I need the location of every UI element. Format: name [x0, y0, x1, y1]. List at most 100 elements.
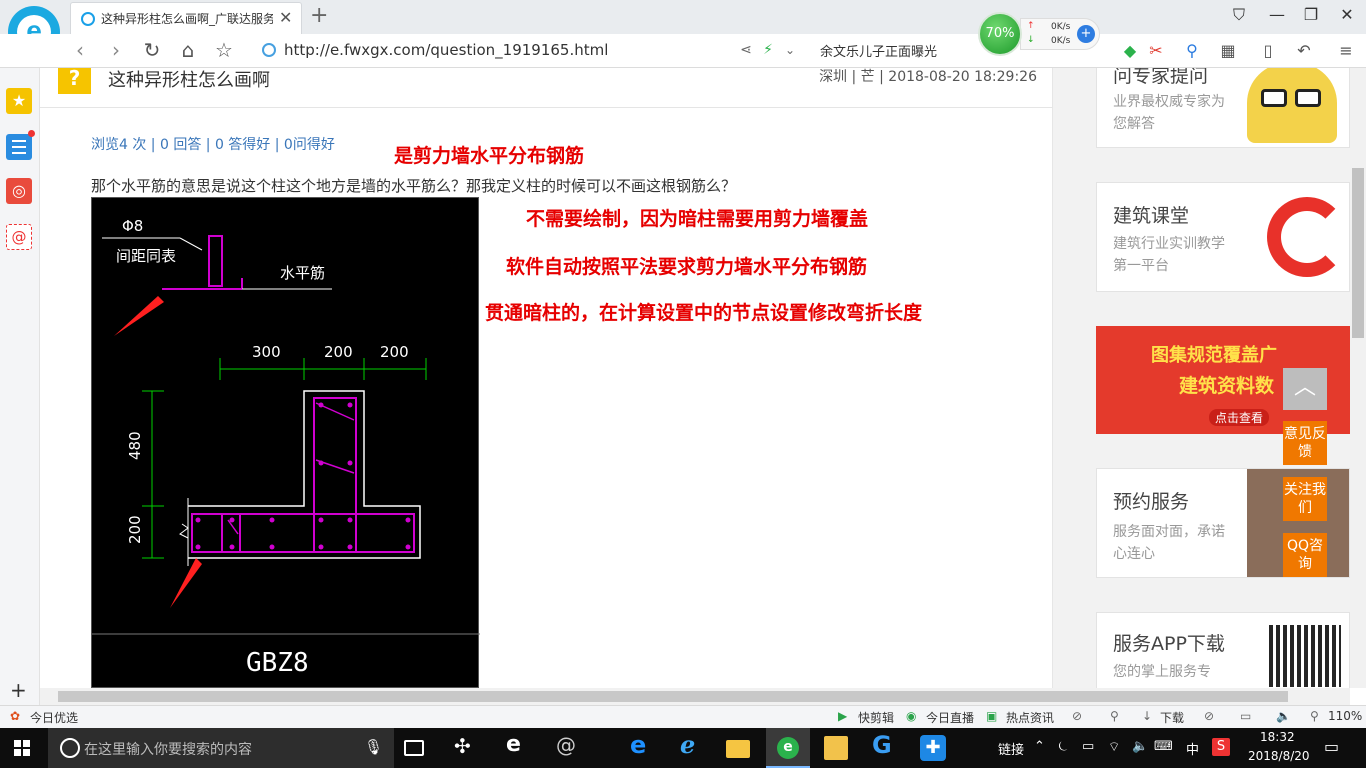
course-card[interactable]: 建筑课堂 建筑行业实训教学第一平台 [1096, 182, 1350, 292]
close-window-icon[interactable]: ✕ [1332, 5, 1362, 24]
clock-date[interactable]: 2018/8/20 [1248, 749, 1310, 763]
status-item-clip[interactable]: 快剪辑 [858, 709, 894, 726]
restore-icon[interactable]: ❐ [1296, 5, 1326, 24]
expert-card[interactable]: 问专家提问 业界最权威专家为您解答 [1096, 68, 1350, 148]
web-page: ? 这种异形柱怎么画啊 深圳 | 芒 | 2018-08-20 18:29:26… [40, 68, 1350, 688]
tray-sogou-icon[interactable]: S [1212, 738, 1230, 756]
volume-icon[interactable]: 🔈 [1276, 709, 1291, 723]
status-item-live[interactable]: 今日直播 [926, 709, 974, 726]
minimize-icon[interactable]: — [1262, 5, 1292, 24]
qq-button[interactable]: QQ咨询 [1283, 533, 1327, 577]
address-bar[interactable]: http://e.fwxgx.com/question_1919165.html [262, 39, 732, 63]
extension-icon[interactable]: ◆ [1118, 41, 1142, 60]
search-icon[interactable]: ⚲ [1180, 41, 1204, 60]
rebar-dots [195, 402, 411, 550]
download-link[interactable]: 下载 [1160, 709, 1184, 726]
hot-search-word[interactable]: 余文乐儿子正面曝光 [820, 41, 937, 60]
plus-app-icon[interactable]: ✚ [920, 735, 946, 761]
daily-pick-link[interactable]: 今日优选 [30, 709, 78, 726]
horizontal-scrollbar[interactable] [40, 688, 1350, 705]
dim-top-1: 300 [252, 343, 281, 361]
question-text: 那个水平筋的意思是说这个柱这个地方是墙的水平筋么？那我定义柱的时候可以不画这根钢… [91, 177, 737, 195]
app-card[interactable]: 服务APP下载 您的掌上服务专 [1096, 612, 1350, 688]
cut-icon[interactable]: ✂ [1144, 41, 1168, 60]
taskbar: 在这里输入你要搜索的内容 🎙 ✣ e @ e ℯ e G ✚ 链接 ⌃ ⏾ ▭ … [0, 728, 1366, 768]
back-to-top-icon[interactable]: ︿ [1283, 368, 1327, 410]
window-icon[interactable]: ▭ [1240, 709, 1251, 723]
clear-icon[interactable]: ⊘ [1204, 709, 1214, 723]
favorites-icon[interactable]: ★ [6, 88, 32, 114]
memory-percent-ball[interactable]: 70% [978, 12, 1022, 56]
fan-app-icon[interactable]: ✣ [454, 734, 480, 758]
tray-link-text[interactable]: 链接 [998, 739, 1024, 758]
back-icon[interactable]: ‹ [68, 38, 92, 62]
swirl-app-icon[interactable]: @ [556, 733, 582, 757]
active-tab[interactable]: 这种异形柱怎么画啊_广联达服务新 ✕ [70, 2, 302, 34]
tab-title: 这种异形柱怎么画啊_广联达服务新 [101, 12, 273, 26]
task-view-icon[interactable] [404, 740, 424, 756]
speed-panel: 0K/s 0K/s ↑ ↓ + [1020, 18, 1100, 50]
speed-icon[interactable]: ⊘ [1072, 709, 1082, 723]
follow-button[interactable]: 关注我们 [1283, 477, 1327, 521]
atlas-banner-title: 图集规范覆盖广 [1151, 345, 1277, 366]
service-card-title: 预约服务 [1113, 491, 1190, 513]
menu-icon[interactable]: ≡ [1334, 41, 1358, 60]
speed-add-icon[interactable]: + [1077, 25, 1095, 43]
zoom-level[interactable]: 110% [1328, 709, 1362, 723]
tray-ime[interactable]: 中 [1186, 739, 1199, 758]
internet-explorer-icon[interactable]: ℯ [680, 731, 706, 759]
tab-close-icon[interactable]: ✕ [279, 8, 292, 27]
column-name: GBZ8 [246, 648, 309, 678]
undo-icon[interactable]: ↶ [1292, 41, 1316, 60]
status-item-news[interactable]: 热点资讯 [1006, 709, 1054, 726]
address-text: http://e.fwxgx.com/question_1919165.html [284, 41, 609, 59]
upload-speed: 0K/s [1051, 22, 1071, 32]
sidebar-add-icon[interactable]: + [10, 678, 27, 702]
question-stats[interactable]: 浏览4 次 | 0 回答 | 0 答得好 | 0问得好 [91, 134, 335, 154]
action-center-icon[interactable]: ▭ [1324, 737, 1339, 756]
browser-sidebar: ★ ◎ @ + [0, 68, 40, 706]
tray-battery-icon[interactable]: ▭ [1082, 739, 1094, 754]
reader-icon[interactable]: ▯ [1256, 41, 1280, 60]
mail-icon[interactable]: @ [6, 224, 32, 250]
active-browser-taskbar-item[interactable]: e [766, 728, 810, 768]
refresh-icon[interactable]: ↻ [140, 38, 164, 62]
weibo-icon[interactable]: ◎ [6, 178, 32, 204]
chevron-down-icon[interactable]: ⌄ [778, 43, 802, 57]
share-icon[interactable]: ⋖ [734, 42, 758, 58]
apps-icon[interactable]: ▦ [1216, 41, 1240, 60]
notes-app-icon[interactable] [824, 736, 848, 760]
network-speed-widget[interactable]: 0K/s 0K/s ↑ ↓ + 70% [978, 12, 1100, 56]
windows-start-icon[interactable] [14, 740, 30, 756]
ie-app-icon[interactable]: e [506, 732, 532, 757]
new-tab-icon[interactable]: + [310, 3, 328, 28]
taskbar-search-placeholder: 在这里输入你要搜索的内容 [84, 742, 252, 758]
skin-icon[interactable]: ⛉ [1224, 5, 1254, 25]
question-main: ? 这种异形柱怎么画啊 深圳 | 芒 | 2018-08-20 18:29:26… [40, 68, 1053, 688]
question-mark-icon: ? [58, 68, 91, 94]
file-explorer-icon[interactable] [726, 740, 750, 758]
tray-keyboard-icon[interactable]: ⌨ [1154, 739, 1173, 754]
tray-notify-icon[interactable]: ⏾ [1058, 739, 1068, 754]
atlas-banner-cta[interactable]: 点击查看 [1209, 409, 1270, 426]
home-icon[interactable]: ⌂ [176, 38, 200, 62]
pin-icon[interactable]: ⚲ [1110, 709, 1119, 723]
vertical-scrollbar[interactable] [1350, 68, 1366, 688]
feedback-button[interactable]: 意见反馈 [1283, 421, 1327, 465]
microphone-icon[interactable]: 🎙 [364, 738, 383, 756]
g-app-icon[interactable]: G [872, 731, 898, 759]
tray-wifi-icon[interactable]: ⌔ [1108, 739, 1120, 755]
taskbar-search[interactable]: 在这里输入你要搜索的内容 🎙 [48, 728, 394, 768]
star-icon[interactable]: ☆ [212, 38, 236, 62]
tab-favicon-icon [81, 12, 95, 26]
clock-time[interactable]: 18:32 [1260, 730, 1295, 744]
notes-icon[interactable] [6, 130, 35, 160]
lightning-icon[interactable]: ⚡ [756, 42, 780, 58]
horizontal-stirrup [191, 513, 415, 553]
edge-icon[interactable]: e [630, 731, 656, 759]
forward-icon[interactable]: › [104, 38, 128, 62]
question-title: 这种异形柱怎么画啊 [108, 70, 270, 91]
expert-card-subtitle: 业界最权威专家为您解答 [1113, 94, 1225, 132]
tray-chevron-icon[interactable]: ⌃ [1034, 739, 1045, 754]
tray-volume-icon[interactable]: 🔈 [1132, 739, 1148, 754]
